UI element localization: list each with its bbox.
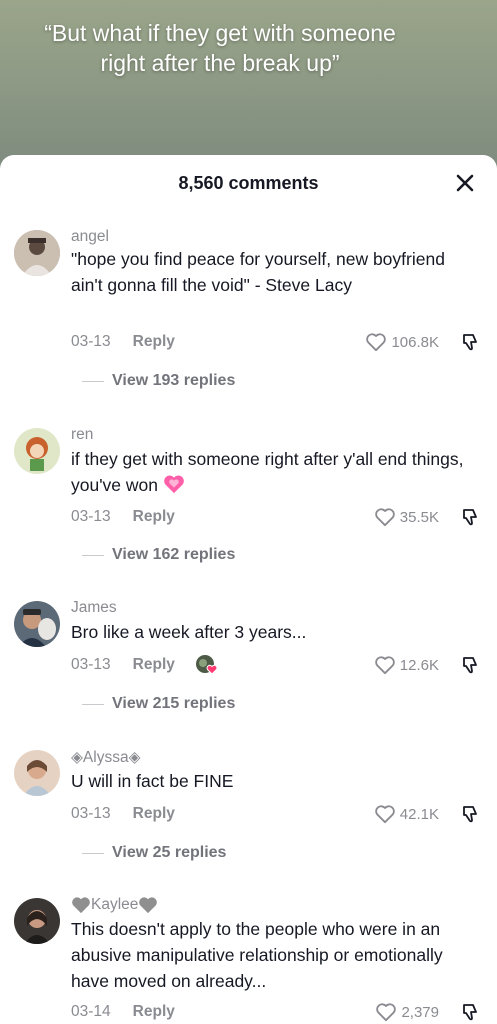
pink-heart-emoji xyxy=(164,475,184,494)
heart-outline-icon xyxy=(376,1003,397,1022)
reply-button[interactable]: Reply xyxy=(133,656,175,674)
divider-line xyxy=(82,554,104,556)
thumbs-down-icon xyxy=(463,806,477,823)
dislike-button[interactable] xyxy=(458,505,482,529)
divider-line xyxy=(82,380,104,382)
like-count: 2,379 xyxy=(401,1003,439,1021)
comment-username[interactable]: ◈Alyssa◈ xyxy=(71,748,141,767)
close-button[interactable] xyxy=(447,165,483,201)
thumbs-down-icon xyxy=(463,657,477,674)
comment-date: 03-13 xyxy=(71,805,111,822)
view-replies-button[interactable]: View 25 replies xyxy=(82,842,226,864)
view-replies-button[interactable]: View 162 replies xyxy=(82,544,235,566)
heart-outline-icon xyxy=(375,805,395,824)
sheet-header: 8,560 comments xyxy=(0,155,497,211)
comment-text: U will in fact be FINE xyxy=(71,771,234,791)
comment-text: if they get with someone right after y'a… xyxy=(71,446,471,498)
view-replies-label: View 215 replies xyxy=(112,695,236,712)
comment-text-body: if they get with someone right after y'a… xyxy=(71,449,464,495)
comment-meta: 03-14 Reply xyxy=(71,1001,175,1023)
dislike-button[interactable] xyxy=(458,802,482,826)
like-button[interactable]: 35.5K xyxy=(374,505,439,529)
dislike-button[interactable] xyxy=(458,1000,482,1024)
comment-username-text: Kaylee xyxy=(91,896,139,913)
comment-count: 8,560 comments xyxy=(178,173,319,193)
like-count: 12.6K xyxy=(399,656,439,674)
comment-username[interactable]: ren xyxy=(71,426,93,444)
thumbs-down-icon xyxy=(463,334,477,351)
like-button[interactable]: 42.1K xyxy=(374,802,439,826)
thumbs-down-icon xyxy=(463,1004,477,1021)
like-button[interactable]: 12.6K xyxy=(374,653,439,677)
comment-date: 03-14 xyxy=(71,1003,111,1020)
reply-button[interactable]: Reply xyxy=(133,333,175,351)
comment-text: "hope you find peace for yourself, new b… xyxy=(71,249,445,295)
grey-heart-emoji xyxy=(139,897,158,914)
comment-meta: 03-13 Reply xyxy=(71,654,219,676)
heart-outline-icon xyxy=(366,333,387,352)
avatar[interactable] xyxy=(14,898,60,944)
reply-button[interactable]: Reply xyxy=(133,508,175,526)
view-replies-label: View 162 replies xyxy=(112,546,236,563)
comment-meta: 03-13 Reply xyxy=(71,506,175,528)
like-count: 35.5K xyxy=(399,508,439,526)
reply-button[interactable]: Reply xyxy=(133,805,175,823)
grey-heart-emoji xyxy=(72,897,90,914)
comment-date: 03-13 xyxy=(71,333,111,350)
comment-date: 03-13 xyxy=(71,508,111,525)
divider-line xyxy=(82,703,104,705)
heart-outline-icon xyxy=(375,508,395,527)
heart-outline-icon xyxy=(375,656,395,675)
creator-liked-badge xyxy=(195,654,219,676)
like-button[interactable]: 106.8K xyxy=(365,330,439,354)
avatar[interactable] xyxy=(14,601,60,647)
like-count: 106.8K xyxy=(391,333,439,351)
video-background[interactable]: “But what if they get with someone right… xyxy=(0,0,497,175)
avatar[interactable] xyxy=(14,428,60,474)
avatar[interactable] xyxy=(14,230,60,276)
view-replies-button[interactable]: View 193 replies xyxy=(82,370,235,392)
close-icon xyxy=(456,174,474,192)
comment-date: 03-13 xyxy=(71,656,111,673)
avatar[interactable] xyxy=(14,750,60,796)
view-replies-label: View 193 replies xyxy=(112,372,236,389)
dislike-button[interactable] xyxy=(458,330,482,354)
divider-line xyxy=(82,852,104,854)
comment-username[interactable]: Kaylee xyxy=(71,896,158,914)
comment-username[interactable]: angel xyxy=(71,228,109,246)
reply-button[interactable]: Reply xyxy=(133,1003,175,1021)
like-count: 42.1K xyxy=(399,805,439,823)
thumbs-down-icon xyxy=(463,509,477,526)
comment-meta: 03-13 Reply xyxy=(71,803,175,825)
comment-username[interactable]: James xyxy=(71,599,117,617)
comment-text: This doesn't apply to the people who wer… xyxy=(71,919,443,991)
video-caption: “But what if they get with someone right… xyxy=(44,20,396,76)
view-replies-button[interactable]: View 215 replies xyxy=(82,693,235,715)
dislike-button[interactable] xyxy=(458,653,482,677)
comment-text: Bro like a week after 3 years... xyxy=(71,622,307,642)
like-button[interactable]: 2,379 xyxy=(375,1000,439,1024)
view-replies-label: View 25 replies xyxy=(112,844,227,861)
comment-meta: 03-13 Reply xyxy=(71,331,175,353)
